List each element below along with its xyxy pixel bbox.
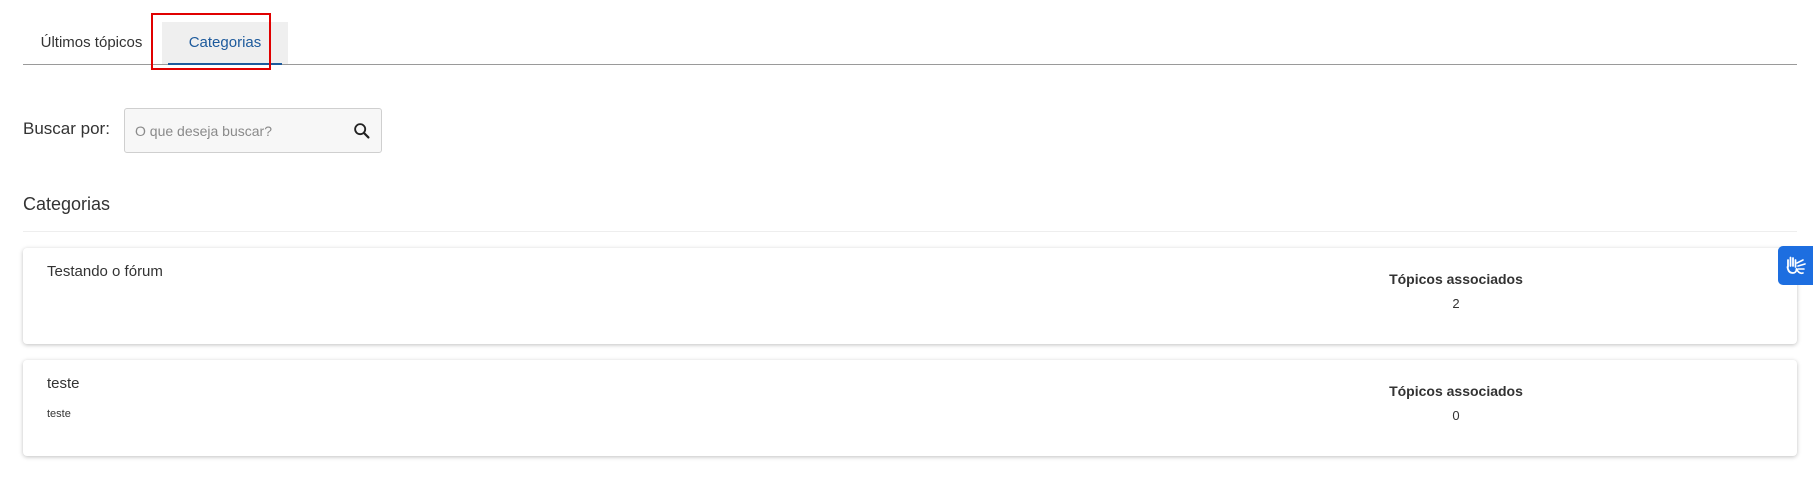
category-card[interactable]: teste teste Tópicos associados 0: [23, 360, 1797, 456]
section-title: Categorias: [23, 194, 111, 214]
forum-page: Últimos tópicos Categorias Buscar por: C…: [0, 0, 1813, 488]
search-input[interactable]: [135, 109, 335, 152]
category-card[interactable]: Testando o fórum Tópicos associados 2: [23, 248, 1797, 344]
search-box: [124, 108, 382, 153]
topics-count-value: 2: [1452, 296, 1460, 311]
topics-count-value: 0: [1452, 408, 1460, 423]
category-stat: Tópicos associados 2: [1353, 271, 1559, 311]
search-button[interactable]: [351, 120, 373, 142]
accessibility-widget-button[interactable]: [1778, 246, 1813, 285]
category-description: teste: [47, 408, 71, 420]
search-icon: [354, 123, 370, 139]
topics-count-label: Tópicos associados: [1389, 271, 1523, 287]
sign-language-hands-icon: [1786, 256, 1806, 275]
section-divider: [23, 231, 1797, 232]
tab-latest-topics[interactable]: Últimos tópicos: [23, 22, 160, 64]
category-title[interactable]: Testando o fórum: [47, 263, 163, 280]
search-label: Buscar por:: [23, 119, 110, 138]
category-title[interactable]: teste: [47, 375, 80, 392]
tab-bar: Últimos tópicos Categorias: [23, 22, 1797, 65]
topics-count-label: Tópicos associados: [1389, 383, 1523, 399]
tab-categories[interactable]: Categorias: [162, 22, 288, 65]
category-stat: Tópicos associados 0: [1353, 383, 1559, 423]
